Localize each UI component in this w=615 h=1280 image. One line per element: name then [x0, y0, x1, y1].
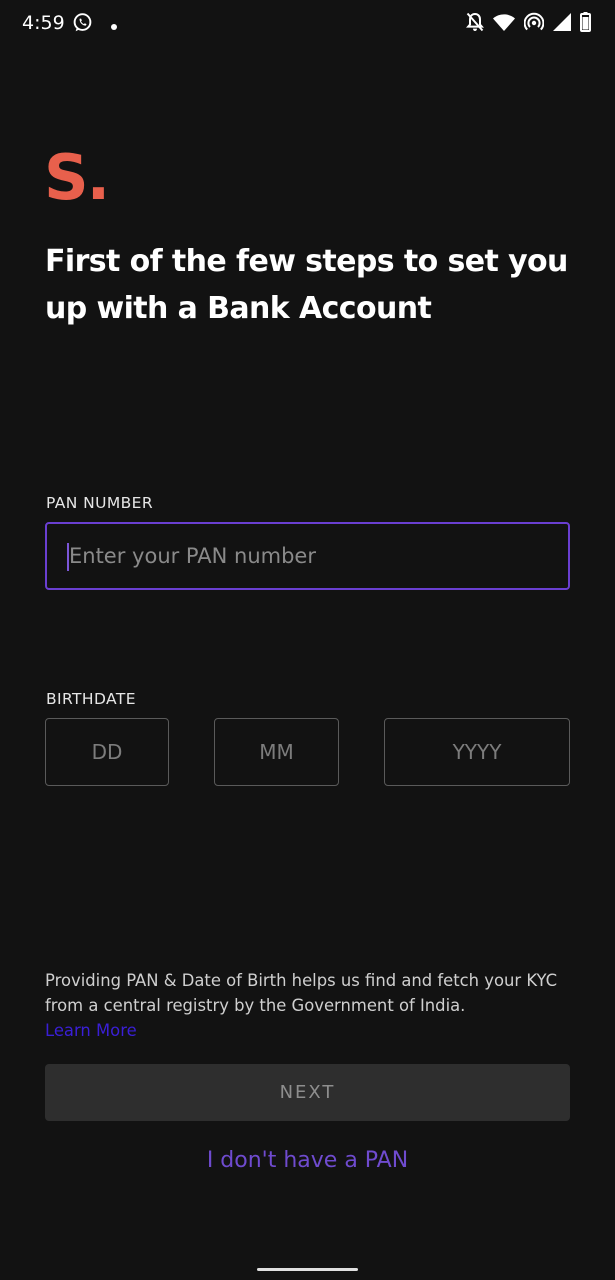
wifi-icon — [493, 13, 515, 35]
notification-dot-icon — [111, 15, 117, 34]
hotspot-icon — [523, 12, 545, 36]
battery-icon — [580, 12, 591, 36]
whatsapp-icon — [72, 12, 93, 37]
status-left-icons — [72, 12, 117, 37]
home-indicator[interactable] — [257, 1268, 358, 1271]
status-bar: 4:59 — [0, 0, 615, 48]
status-right-icons — [466, 12, 591, 36]
birth-year-input[interactable] — [384, 718, 570, 786]
page-title: First of the few steps to set you up wit… — [45, 244, 568, 326]
next-button[interactable]: NEXT — [45, 1064, 570, 1121]
pan-number-input[interactable] — [45, 522, 570, 590]
brand-logo: S. — [44, 141, 110, 214]
kyc-info-description: Providing PAN & Date of Birth helps us f… — [45, 971, 558, 1015]
learn-more-link[interactable]: Learn More — [45, 1018, 137, 1043]
no-pan-link[interactable]: I don't have a PAN — [0, 1148, 615, 1173]
birthdate-label: BIRTHDATE — [46, 690, 136, 708]
pan-number-label: PAN NUMBER — [46, 494, 153, 512]
status-time: 4:59 — [22, 12, 65, 34]
birth-day-input[interactable] — [45, 718, 169, 786]
kyc-info-text: Providing PAN & Date of Birth helps us f… — [45, 968, 575, 1043]
cellular-signal-icon — [553, 13, 571, 35]
birth-month-input[interactable] — [214, 718, 339, 786]
text-cursor — [67, 543, 69, 571]
do-not-disturb-icon — [466, 12, 484, 36]
